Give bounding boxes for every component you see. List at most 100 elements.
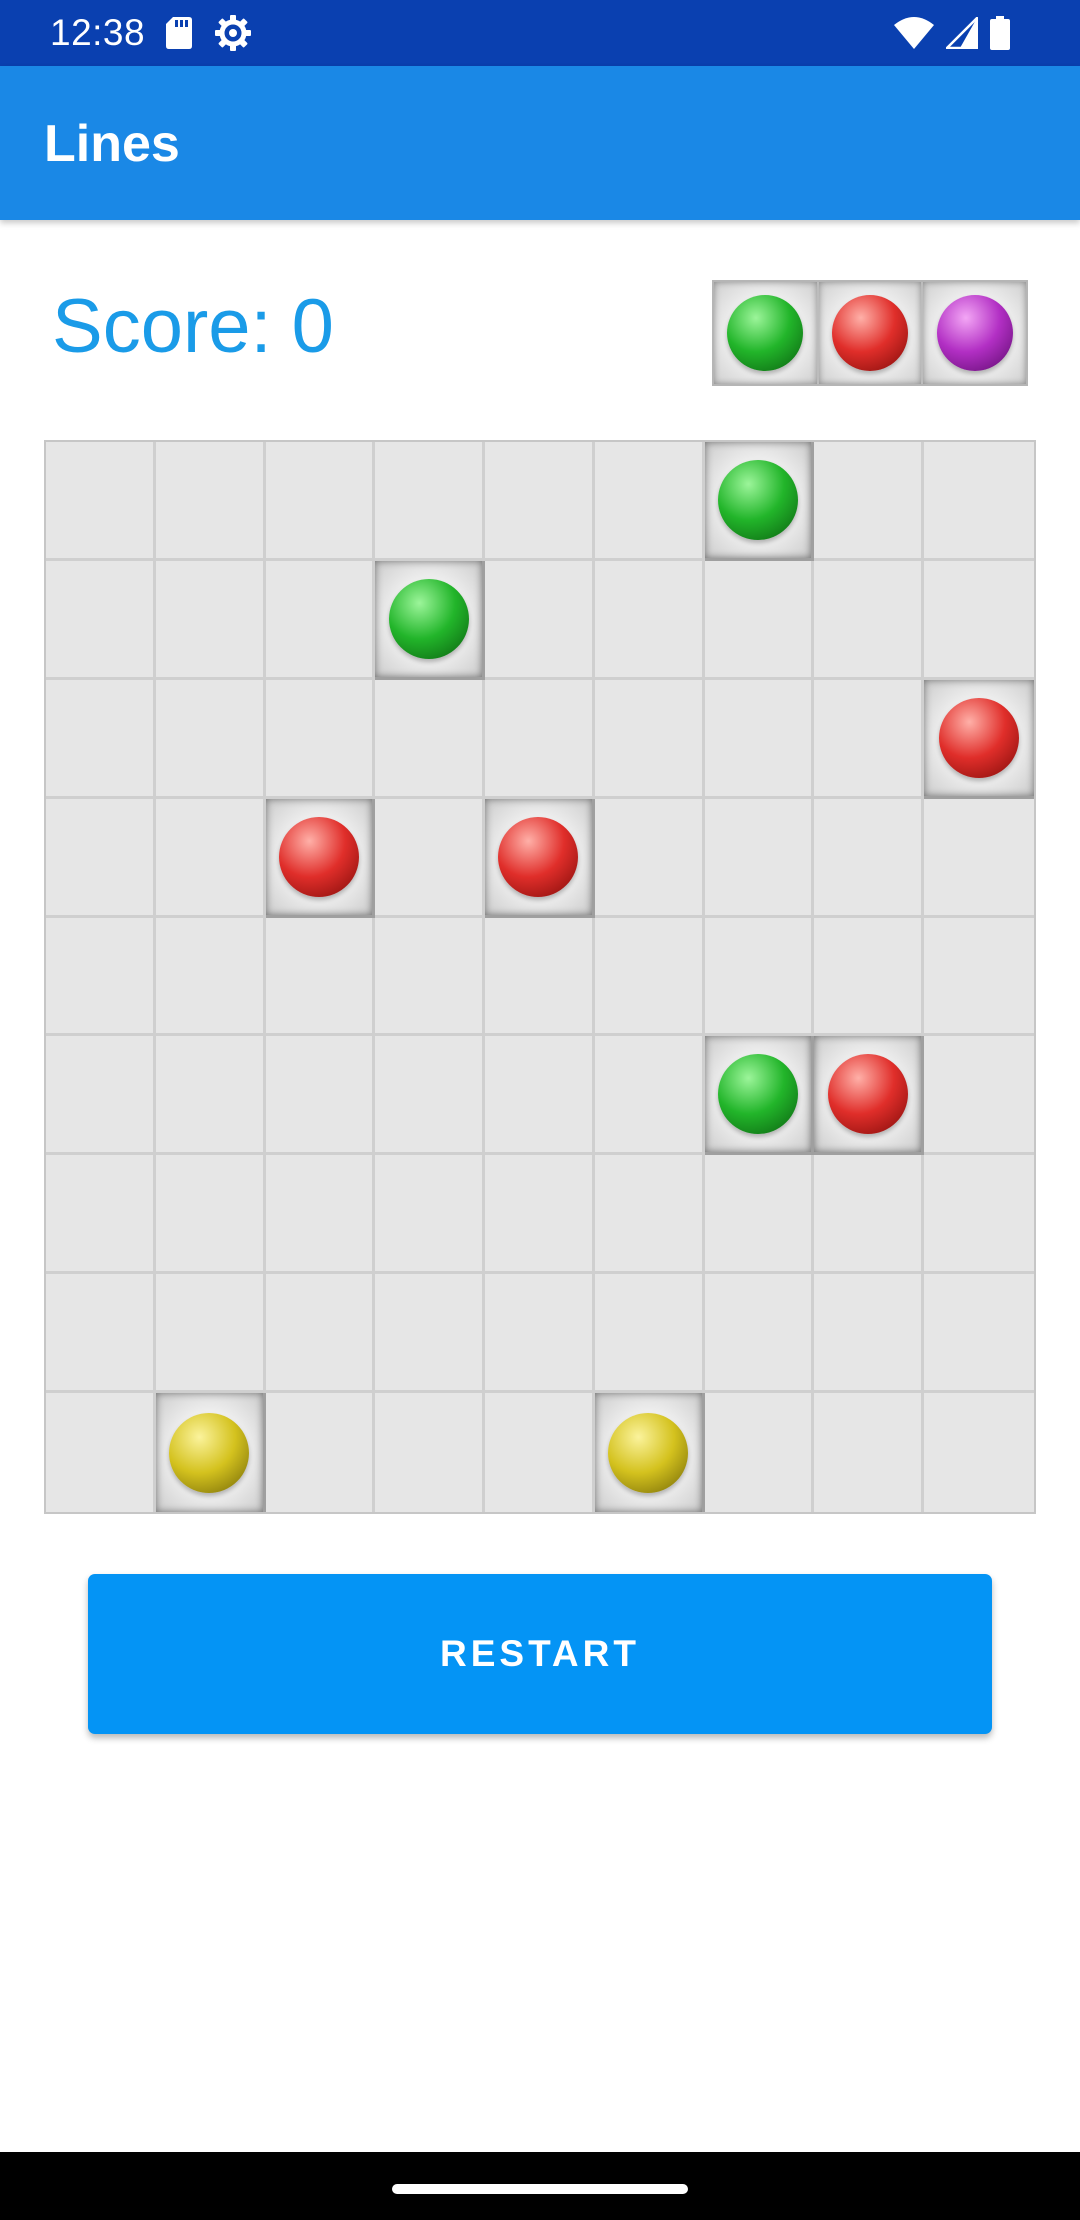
red-ball — [939, 697, 1020, 778]
next-ball-slot — [714, 282, 819, 384]
board-cell[interactable] — [46, 798, 156, 918]
board-cell[interactable] — [924, 1393, 1034, 1512]
board-cell[interactable] — [155, 560, 266, 680]
board-cell[interactable] — [704, 1155, 815, 1275]
board-cell[interactable] — [375, 1036, 486, 1156]
board-cell[interactable] — [704, 917, 815, 1037]
board-cell[interactable] — [924, 798, 1034, 918]
board-cell[interactable] — [155, 1155, 266, 1275]
board-cell[interactable] — [485, 798, 595, 918]
board-cell[interactable] — [265, 442, 376, 561]
board-cell[interactable] — [704, 560, 815, 680]
board-cell[interactable] — [155, 1036, 266, 1156]
board-cell[interactable] — [265, 560, 376, 680]
board-cell[interactable] — [265, 917, 376, 1037]
board-cell[interactable] — [485, 679, 595, 799]
board-cell[interactable] — [814, 442, 925, 561]
board-cell[interactable] — [814, 1274, 925, 1394]
board-cell[interactable] — [375, 442, 486, 561]
board-cell[interactable] — [924, 1155, 1034, 1275]
board-cell[interactable] — [924, 442, 1034, 561]
board-cell[interactable] — [704, 679, 815, 799]
board-cell[interactable] — [594, 1274, 705, 1394]
home-indicator[interactable] — [392, 2184, 688, 2194]
board-cell[interactable] — [814, 560, 925, 680]
board-cell[interactable] — [814, 917, 925, 1037]
score-label: Score: — [52, 284, 272, 369]
board-cell[interactable] — [265, 798, 376, 918]
red-ball — [498, 816, 579, 897]
board-cell[interactable] — [594, 679, 705, 799]
board-cell[interactable] — [814, 679, 925, 799]
board-cell[interactable] — [485, 1274, 595, 1394]
board-cell[interactable] — [375, 1393, 486, 1512]
board-cell[interactable] — [485, 442, 595, 561]
board-cell[interactable] — [594, 798, 705, 918]
status-left-icons — [166, 14, 252, 52]
board-cell[interactable] — [704, 1274, 815, 1394]
board-cell[interactable] — [814, 1036, 925, 1156]
board-cell[interactable] — [375, 798, 486, 918]
game-board[interactable] — [44, 440, 1036, 1514]
board-cell[interactable] — [46, 1036, 156, 1156]
board-cell[interactable] — [485, 1155, 595, 1275]
board-cell[interactable] — [265, 679, 376, 799]
board-cell[interactable] — [155, 1274, 266, 1394]
board-cell[interactable] — [594, 917, 705, 1037]
board-cell[interactable] — [265, 1274, 376, 1394]
settings-gear-icon — [215, 15, 251, 51]
red-ball — [827, 1054, 908, 1135]
board-cell[interactable] — [485, 1393, 595, 1512]
board-cell[interactable] — [375, 560, 486, 680]
board-cell[interactable] — [46, 1155, 156, 1275]
board-cell[interactable] — [814, 1155, 925, 1275]
board-cell[interactable] — [924, 917, 1034, 1037]
board-cell[interactable] — [46, 679, 156, 799]
score-display: Score: 0 — [52, 282, 334, 372]
board-cell[interactable] — [594, 1036, 705, 1156]
board-cell[interactable] — [814, 1393, 925, 1512]
board-cell[interactable] — [46, 442, 156, 561]
board-cell[interactable] — [46, 1274, 156, 1394]
board-cell[interactable] — [375, 679, 486, 799]
board-cell[interactable] — [155, 679, 266, 799]
purple-ball — [936, 295, 1013, 371]
board-cell[interactable] — [155, 442, 266, 561]
board-cell[interactable] — [265, 1393, 376, 1512]
board-cell[interactable] — [704, 1036, 815, 1156]
board-cell[interactable] — [594, 1393, 705, 1512]
status-bar: 12:38 — [0, 0, 1080, 66]
navigation-bar — [0, 2152, 1080, 2220]
board-cell[interactable] — [375, 917, 486, 1037]
green-ball — [727, 295, 804, 371]
green-ball — [718, 1054, 799, 1135]
board-cell[interactable] — [265, 1155, 376, 1275]
board-cell[interactable] — [485, 917, 595, 1037]
board-cell[interactable] — [485, 1036, 595, 1156]
board-cell[interactable] — [814, 798, 925, 918]
yellow-ball — [169, 1412, 250, 1493]
board-cell[interactable] — [265, 1036, 376, 1156]
board-cell[interactable] — [704, 798, 815, 918]
board-cell[interactable] — [594, 560, 705, 680]
board-cell[interactable] — [375, 1274, 486, 1394]
board-cell[interactable] — [704, 442, 815, 561]
board-cell[interactable] — [924, 679, 1034, 799]
board-cell[interactable] — [594, 1155, 705, 1275]
board-cell[interactable] — [594, 442, 705, 561]
board-cell[interactable] — [155, 917, 266, 1037]
board-cell[interactable] — [155, 798, 266, 918]
board-cell[interactable] — [46, 917, 156, 1037]
board-cell[interactable] — [924, 560, 1034, 680]
board-cell[interactable] — [46, 1393, 156, 1512]
board-cell[interactable] — [375, 1155, 486, 1275]
board-cell[interactable] — [924, 1274, 1034, 1394]
board-cell[interactable] — [704, 1393, 815, 1512]
board-cell[interactable] — [155, 1393, 266, 1512]
board-cell[interactable] — [46, 560, 156, 680]
restart-button[interactable]: RESTART — [88, 1574, 992, 1734]
board-cell[interactable] — [485, 560, 595, 680]
next-balls-preview — [712, 280, 1028, 386]
board-cell[interactable] — [924, 1036, 1034, 1156]
next-ball-slot — [818, 282, 924, 384]
